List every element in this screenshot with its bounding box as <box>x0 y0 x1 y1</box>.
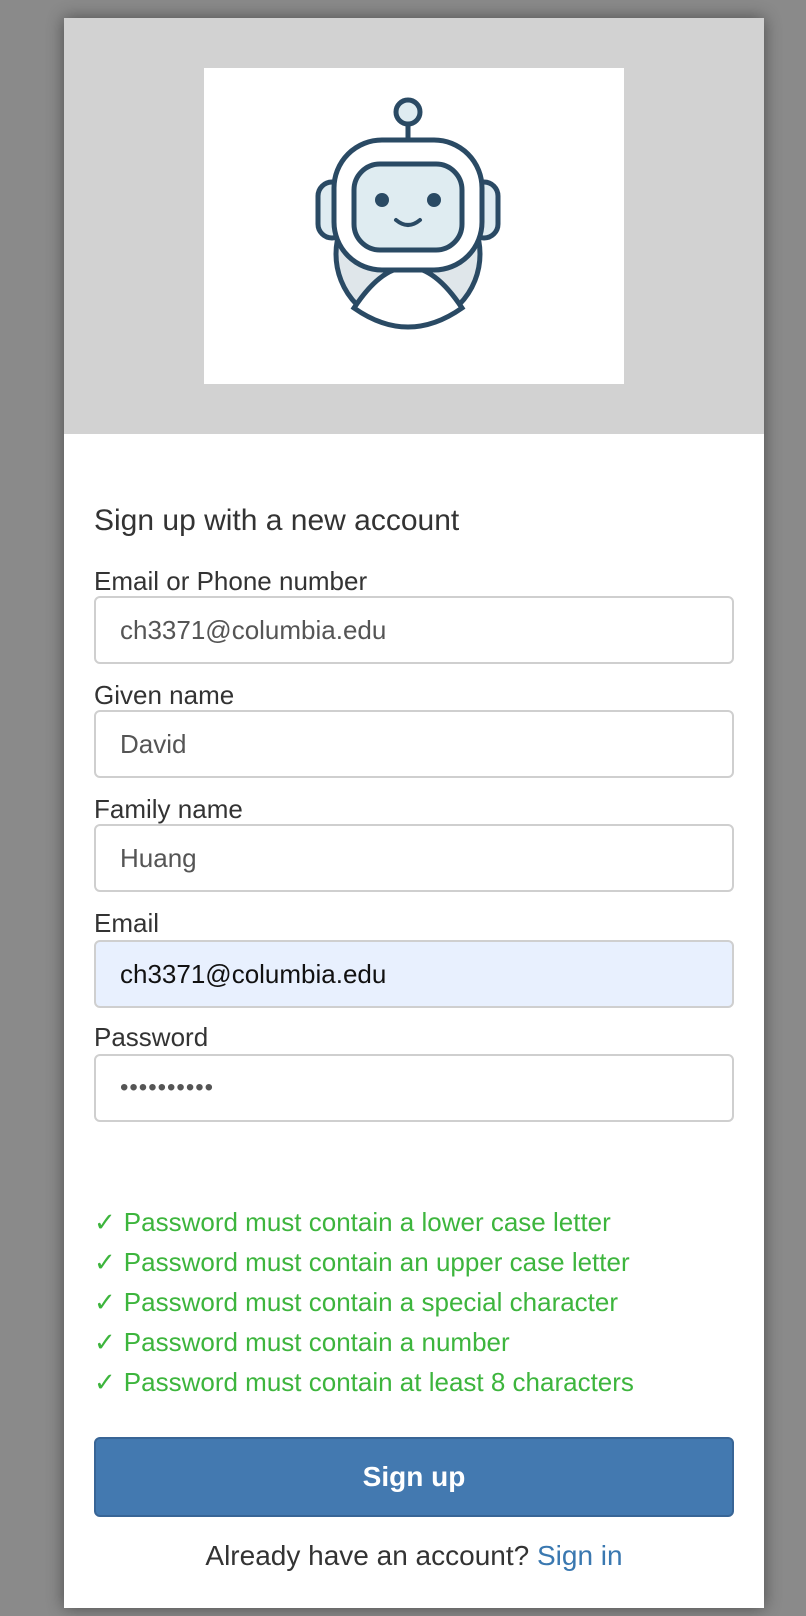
rule-text: Password must contain at least 8 charact… <box>123 1367 634 1397</box>
signup-card: Sign up with a new account Email or Phon… <box>64 18 764 1608</box>
rule-text: Password must contain a special characte… <box>123 1287 619 1317</box>
password-rule: ✓ Password must contain a special charact… <box>94 1282 734 1322</box>
password-rules: ✓ Password must contain a lower case lett… <box>94 1202 734 1402</box>
rule-text: Password must contain an upper case lett… <box>123 1247 630 1277</box>
logo-banner <box>64 18 764 434</box>
password-rule: ✓ Password must contain an upper case let… <box>94 1242 734 1282</box>
form-heading: Sign up with a new account <box>94 504 460 537</box>
given-name-label: Given name <box>94 680 235 710</box>
email-label: Email <box>94 908 160 938</box>
check-icon: ✓ <box>94 1367 116 1397</box>
check-icon: ✓ <box>94 1287 116 1317</box>
check-icon: ✓ <box>94 1327 116 1357</box>
logo-container <box>204 68 624 384</box>
given-name-input[interactable] <box>94 710 734 778</box>
check-icon: ✓ <box>94 1207 116 1237</box>
password-input[interactable] <box>94 1054 734 1122</box>
email-input[interactable] <box>94 940 734 1008</box>
sign-in-link[interactable]: Sign in <box>537 1540 623 1571</box>
family-name-label: Family name <box>94 794 243 824</box>
password-rule: ✓ Password must contain a number <box>94 1322 734 1362</box>
robot-logo-icon <box>315 97 501 330</box>
check-icon: ✓ <box>94 1247 116 1277</box>
sign-up-button[interactable]: Sign up <box>94 1437 734 1517</box>
username-input[interactable] <box>94 596 734 664</box>
signin-prompt-row: Already have an account? Sign in <box>94 1540 734 1572</box>
username-label: Email or Phone number <box>94 566 368 596</box>
password-rule: ✓ Password must contain a lower case lett… <box>94 1202 734 1242</box>
password-rule: ✓ Password must contain at least 8 charac… <box>94 1362 734 1402</box>
rule-text: Password must contain a number <box>123 1327 510 1357</box>
password-label: Password <box>94 1022 209 1052</box>
rule-text: Password must contain a lower case lette… <box>123 1207 611 1237</box>
family-name-input[interactable] <box>94 824 734 892</box>
signin-prompt: Already have an account? <box>205 1540 530 1571</box>
